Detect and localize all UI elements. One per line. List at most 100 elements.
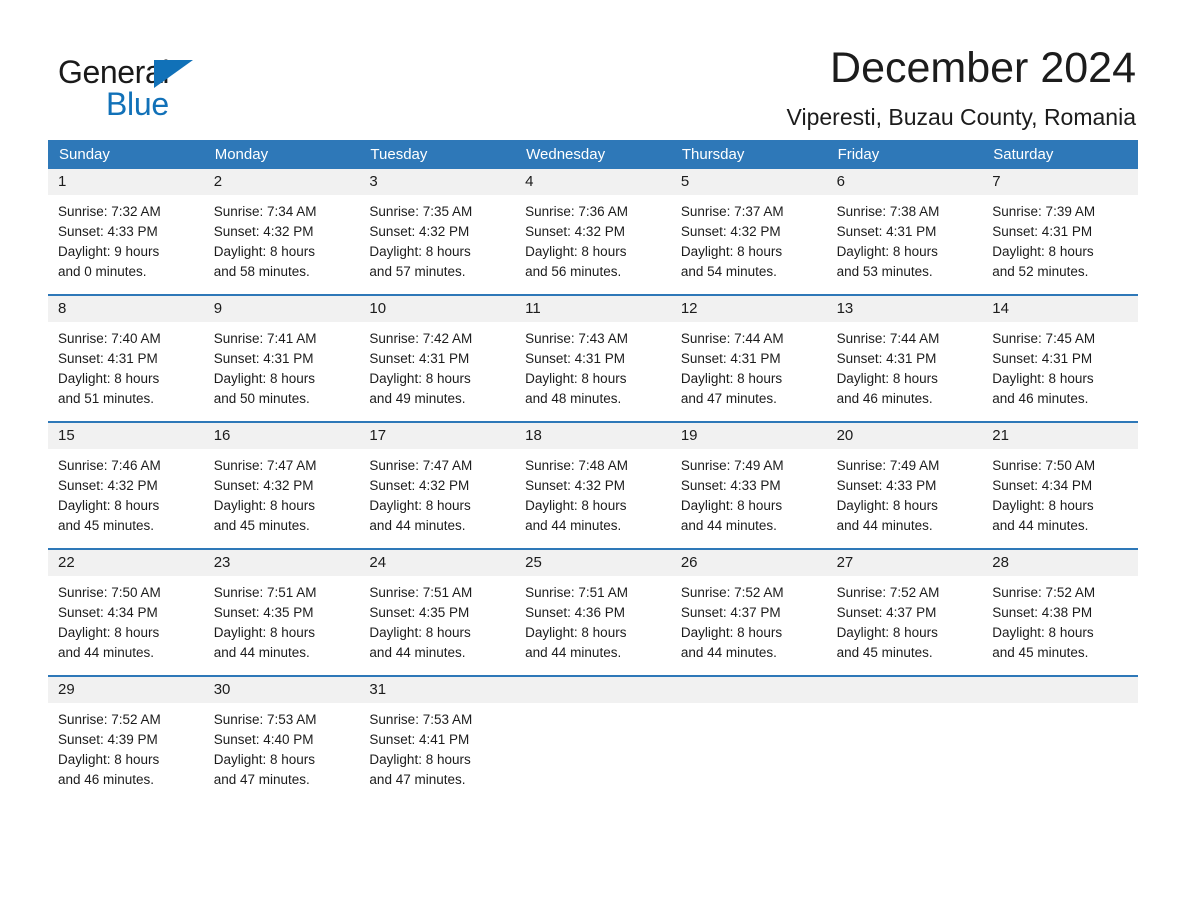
day-details: Sunrise: 7:49 AM Sunset: 4:33 PM Daylight:… — [827, 449, 983, 536]
daylight-duration-line2: and 56 minutes. — [525, 264, 622, 279]
day-number: 11 — [515, 296, 671, 322]
calendar-day-cell[interactable]: 16 Sunrise: 7:47 AM Sunset: 4:32 PM Dayligh… — [203, 423, 360, 536]
calendar-day-cell[interactable]: 31 Sunrise: 7:53 AM Sunset: 4:41 PM Dayligh… — [359, 677, 516, 790]
daylight-duration-line2: and 44 minutes. — [369, 518, 466, 533]
calendar-week-row: 1 Sunrise: 7:32 AM Sunset: 4:33 PM Daylight… — [48, 169, 1138, 282]
weekday-header-saturday: Saturday — [993, 146, 1054, 163]
general-blue-logo[interactable]: General Blue — [58, 44, 258, 120]
sunrise-time: Sunrise: 7:48 AM — [525, 458, 628, 473]
calendar-day-cell[interactable]: 9 Sunrise: 7:41 AM Sunset: 4:31 PM Daylight… — [203, 296, 360, 409]
daylight-duration-line1: Daylight: 9 hours — [58, 244, 160, 259]
daylight-duration-line2: and 46 minutes. — [58, 772, 155, 787]
calendar-day-cell[interactable]: 14 Sunrise: 7:45 AM Sunset: 4:31 PM Dayligh… — [982, 296, 1138, 409]
calendar-day-cell[interactable]: 10 Sunrise: 7:42 AM Sunset: 4:31 PM Dayligh… — [359, 296, 516, 409]
calendar-day-cell[interactable]: 23 Sunrise: 7:51 AM Sunset: 4:35 PM Dayligh… — [203, 550, 360, 663]
daylight-duration-line1: Daylight: 8 hours — [680, 244, 783, 259]
day-number: 29 — [48, 677, 204, 703]
day-number: 3 — [359, 169, 516, 195]
calendar-day-cell[interactable]: 1 Sunrise: 7:32 AM Sunset: 4:33 PM Daylight… — [48, 169, 204, 282]
sunset-time: Sunset: 4:31 PM — [992, 351, 1093, 366]
sunrise-time: Sunrise: 7:51 AM — [369, 585, 473, 600]
calendar-day-cell[interactable]: 28 Sunrise: 7:52 AM Sunset: 4:38 PM Dayligh… — [982, 550, 1138, 663]
day-number: 24 — [359, 550, 516, 576]
calendar-day-cell[interactable]: 4 Sunrise: 7:36 AM Sunset: 4:32 PM Daylight… — [515, 169, 671, 282]
daylight-duration-line2: and 44 minutes. — [836, 518, 933, 533]
calendar-week-row: 22 Sunrise: 7:50 AM Sunset: 4:34 PM Dayligh… — [48, 548, 1138, 663]
daylight-duration-line1: Daylight: 8 hours — [836, 498, 938, 513]
daylight-duration-line2: and 45 minutes. — [836, 645, 933, 660]
calendar-day-cell[interactable]: 24 Sunrise: 7:51 AM Sunset: 4:35 PM Dayligh… — [359, 550, 516, 663]
day-details: Sunrise: 7:50 AM Sunset: 4:34 PM Daylight:… — [48, 576, 204, 663]
calendar-day-cell[interactable]: 19 Sunrise: 7:49 AM Sunset: 4:33 PM Dayligh… — [670, 423, 827, 536]
day-number: 20 — [826, 423, 983, 449]
calendar-day-cell[interactable]: 21 Sunrise: 7:50 AM Sunset: 4:34 PM Dayligh… — [982, 423, 1138, 536]
location-subtitle: Viperesti, Buzau County, Romania — [786, 104, 1136, 131]
daylight-duration-line2: and 0 minutes. — [58, 264, 147, 279]
day-number: 8 — [48, 296, 204, 322]
calendar-day-cell[interactable]: 13 Sunrise: 7:44 AM Sunset: 4:31 PM Dayligh… — [826, 296, 983, 409]
daylight-duration-line1: Daylight: 8 hours — [58, 498, 160, 513]
daylight-duration-line2: and 47 minutes. — [369, 772, 466, 787]
calendar-day-cell[interactable]: 11 Sunrise: 7:43 AM Sunset: 4:31 PM Dayligh… — [515, 296, 671, 409]
calendar-weeks: 1 Sunrise: 7:32 AM Sunset: 4:33 PM Daylight… — [48, 169, 1138, 790]
sunset-time: Sunset: 4:31 PM — [680, 351, 781, 366]
sunrise-time: Sunrise: 7:39 AM — [992, 204, 1096, 219]
sunrise-time: Sunrise: 7:51 AM — [213, 585, 317, 600]
sunset-time: Sunset: 4:36 PM — [525, 605, 625, 620]
calendar-day-cell[interactable]: 7 Sunrise: 7:39 AM Sunset: 4:31 PM Daylight… — [982, 169, 1138, 282]
daylight-duration-line1: Daylight: 8 hours — [992, 625, 1094, 640]
calendar-day-cell[interactable]: 26 Sunrise: 7:52 AM Sunset: 4:37 PM Dayligh… — [670, 550, 827, 663]
daylight-duration-line1: Daylight: 8 hours — [369, 752, 471, 767]
calendar-day-cell-empty — [515, 677, 671, 790]
day-details: Sunrise: 7:52 AM Sunset: 4:39 PM Daylight:… — [48, 703, 204, 790]
day-details: Sunrise: 7:53 AM Sunset: 4:40 PM Daylight:… — [204, 703, 360, 790]
calendar-day-cell[interactable]: 2 Sunrise: 7:34 AM Sunset: 4:32 PM Daylight… — [203, 169, 360, 282]
sunrise-time: Sunrise: 7:53 AM — [369, 712, 473, 727]
daylight-duration-line2: and 54 minutes. — [680, 264, 777, 279]
calendar-day-cell[interactable]: 22 Sunrise: 7:50 AM Sunset: 4:34 PM Dayligh… — [48, 550, 204, 663]
sunset-time: Sunset: 4:31 PM — [992, 224, 1093, 239]
day-details: Sunrise: 7:46 AM Sunset: 4:32 PM Daylight:… — [48, 449, 204, 536]
day-number: 9 — [203, 296, 360, 322]
calendar-day-cell[interactable]: 25 Sunrise: 7:51 AM Sunset: 4:36 PM Dayligh… — [515, 550, 671, 663]
calendar-day-cell[interactable]: 15 Sunrise: 7:46 AM Sunset: 4:32 PM Dayligh… — [48, 423, 204, 536]
sunset-time: Sunset: 4:32 PM — [369, 478, 470, 493]
sunset-time: Sunset: 4:32 PM — [525, 478, 625, 493]
title-block: December 2024 Viperesti, Buzau County, R… — [258, 44, 1136, 132]
weekday-header-thursday: Thursday — [681, 146, 745, 163]
calendar-day-cell[interactable]: 30 Sunrise: 7:53 AM Sunset: 4:40 PM Dayligh… — [203, 677, 360, 790]
sunset-time: Sunset: 4:31 PM — [836, 351, 937, 366]
calendar-day-cell[interactable]: 5 Sunrise: 7:37 AM Sunset: 4:32 PM Daylight… — [670, 169, 827, 282]
logo-text-general: General — [58, 54, 170, 90]
day-number — [515, 677, 671, 703]
day-details: Sunrise: 7:35 AM Sunset: 4:32 PM Daylight:… — [359, 195, 515, 282]
sunrise-time: Sunrise: 7:44 AM — [680, 331, 784, 346]
calendar-day-cell[interactable]: 17 Sunrise: 7:47 AM Sunset: 4:32 PM Dayligh… — [359, 423, 516, 536]
daylight-duration-line2: and 53 minutes. — [836, 264, 933, 279]
day-number: 7 — [982, 169, 1138, 195]
daylight-duration-line2: and 46 minutes. — [992, 391, 1089, 406]
daylight-duration-line1: Daylight: 8 hours — [836, 244, 938, 259]
calendar-day-cell[interactable]: 20 Sunrise: 7:49 AM Sunset: 4:33 PM Dayligh… — [826, 423, 983, 536]
daylight-duration-line1: Daylight: 8 hours — [525, 625, 627, 640]
calendar-day-cell[interactable]: 8 Sunrise: 7:40 AM Sunset: 4:31 PM Daylight… — [48, 296, 204, 409]
sunset-time: Sunset: 4:37 PM — [680, 605, 781, 620]
calendar-day-cell[interactable]: 18 Sunrise: 7:48 AM Sunset: 4:32 PM Dayligh… — [515, 423, 671, 536]
calendar-day-cell[interactable]: 3 Sunrise: 7:35 AM Sunset: 4:32 PM Daylight… — [359, 169, 516, 282]
day-details: Sunrise: 7:40 AM Sunset: 4:31 PM Daylight:… — [48, 322, 204, 409]
calendar-day-cell[interactable]: 29 Sunrise: 7:52 AM Sunset: 4:39 PM Dayligh… — [48, 677, 204, 790]
day-number: 14 — [982, 296, 1138, 322]
day-details: Sunrise: 7:48 AM Sunset: 4:32 PM Daylight:… — [515, 449, 671, 536]
day-number: 6 — [826, 169, 983, 195]
calendar-day-cell-empty — [982, 677, 1138, 790]
daylight-duration-line2: and 44 minutes. — [525, 645, 622, 660]
daylight-duration-line2: and 47 minutes. — [680, 391, 777, 406]
calendar-day-cell[interactable]: 6 Sunrise: 7:38 AM Sunset: 4:31 PM Daylight… — [826, 169, 983, 282]
daylight-duration-line2: and 57 minutes. — [369, 264, 466, 279]
day-number: 13 — [826, 296, 983, 322]
calendar-day-cell[interactable]: 12 Sunrise: 7:44 AM Sunset: 4:31 PM Dayligh… — [670, 296, 827, 409]
day-details: Sunrise: 7:47 AM Sunset: 4:32 PM Daylight:… — [204, 449, 360, 536]
daylight-duration-line1: Daylight: 8 hours — [992, 244, 1094, 259]
calendar-day-cell[interactable]: 27 Sunrise: 7:52 AM Sunset: 4:37 PM Dayligh… — [826, 550, 983, 663]
day-details: Sunrise: 7:44 AM Sunset: 4:31 PM Daylight:… — [671, 322, 827, 409]
